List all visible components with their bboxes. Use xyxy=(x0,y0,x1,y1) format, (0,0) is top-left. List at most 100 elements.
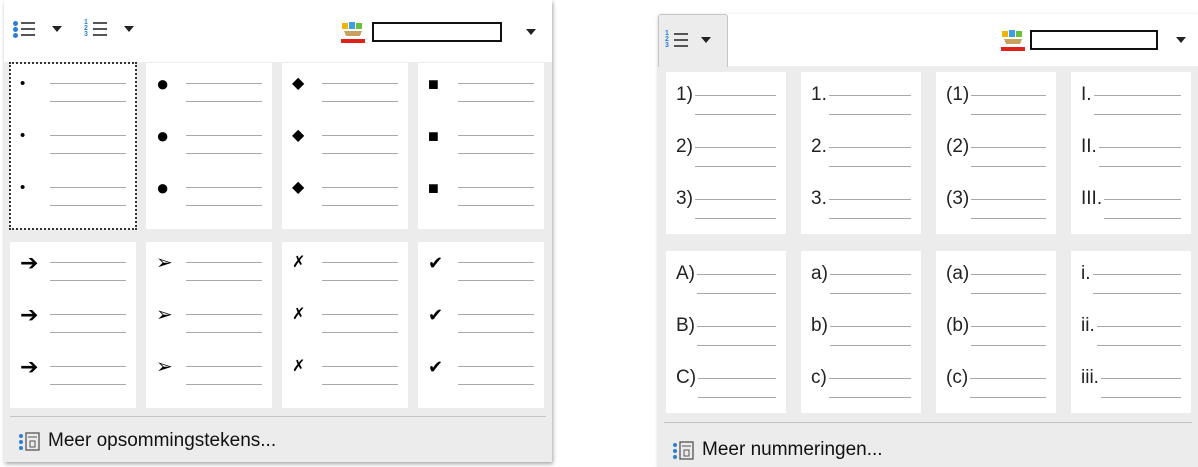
preview-lines xyxy=(1093,84,1181,124)
bullet-style-option[interactable]: ➔ ➔ ➔ xyxy=(10,242,136,408)
chevron-down-icon[interactable] xyxy=(701,37,711,43)
preview-lines xyxy=(322,125,398,165)
numbering-preview-row: 2. xyxy=(801,136,921,190)
numbering-style-option[interactable]: (a) (b) (c) xyxy=(936,251,1056,413)
numbering-dialog-icon xyxy=(672,439,696,461)
numbering-preview-row: II. xyxy=(1071,136,1191,190)
bullet-marker: • xyxy=(20,127,26,144)
preview-lines xyxy=(971,263,1046,303)
preview-lines xyxy=(971,84,1046,124)
preview-lines xyxy=(186,125,262,165)
preview-lines xyxy=(50,177,126,217)
bullet-style-option[interactable]: • • • xyxy=(9,62,137,230)
numbering-label: (c) xyxy=(946,367,969,388)
bullet-preview-row: ➢ xyxy=(146,356,272,410)
color-button[interactable] xyxy=(338,20,536,44)
numbering-preview-row: 3) xyxy=(666,188,786,242)
preview-lines xyxy=(829,263,911,303)
numbering-style-option[interactable]: (1) (2) (3) xyxy=(936,72,1056,234)
numbering-style-option[interactable]: a) b) c) xyxy=(801,251,921,413)
preview-lines xyxy=(1098,136,1181,176)
numbering-label: (1) xyxy=(946,84,970,105)
numbering-label: iii. xyxy=(1081,367,1099,388)
preview-lines xyxy=(322,356,398,396)
preview-lines xyxy=(828,367,911,407)
bullet-marker: ◆ xyxy=(292,127,305,144)
bullet-preview-row: ■ xyxy=(418,125,544,179)
bullet-marker: ➔ xyxy=(20,354,39,379)
color-button[interactable] xyxy=(998,28,1186,52)
numbering-label: III. xyxy=(1081,188,1103,209)
bullet-marker: ✔ xyxy=(428,305,444,325)
preview-lines xyxy=(1104,188,1181,228)
divider xyxy=(10,416,546,417)
chevron-down-icon[interactable] xyxy=(1176,37,1186,43)
more-bullets-label: Meer opsommingstekens... xyxy=(48,430,277,451)
numbering-preview-row: c) xyxy=(801,367,921,421)
bullet-marker: • xyxy=(20,75,26,92)
numbering-style-option[interactable]: 1. 2. 3. xyxy=(801,72,921,234)
bullet-preview-row: ✔ xyxy=(418,356,544,410)
numbering-preview-row: I. xyxy=(1071,84,1191,138)
preview-lines xyxy=(829,315,911,355)
more-numbering-button[interactable]: Meer nummeringen... xyxy=(672,439,883,461)
preview-lines xyxy=(50,73,126,113)
numbered-list-icon: 1 2 3 xyxy=(665,29,691,51)
numbered-list-button[interactable]: 1 2 3 xyxy=(658,14,728,67)
numbering-preview-row: (3) xyxy=(936,188,1056,242)
preview-lines xyxy=(50,356,126,396)
bullet-preview-row: ✔ xyxy=(418,304,544,358)
numbering-label: A) xyxy=(676,263,695,284)
highlight-color-icon xyxy=(998,28,1028,52)
preview-lines xyxy=(694,84,776,124)
bullet-style-option[interactable]: ✗ ✗ ✗ xyxy=(282,242,408,408)
numbering-style-option[interactable]: I. II. III. xyxy=(1071,72,1191,234)
chevron-down-icon[interactable] xyxy=(52,26,62,32)
numbering-preview-row: b) xyxy=(801,315,921,369)
bullet-marker: ● xyxy=(156,71,170,96)
bullet-preview-row: ◆ xyxy=(282,125,408,179)
bullet-style-option[interactable]: ✔ ✔ ✔ xyxy=(418,242,544,408)
numbering-style-option[interactable]: 1) 2) 3) xyxy=(666,72,786,234)
numbering-label: a) xyxy=(811,263,828,284)
preview-lines xyxy=(458,304,534,344)
bullet-marker: ➢ xyxy=(156,304,173,326)
numbering-preview-row: 1. xyxy=(801,84,921,138)
numbered-list-button[interactable]: 1 2 3 xyxy=(84,18,134,40)
bullet-style-grid-row1: • • • ● ● ● ◆ ◆ ◆ ■ ■ ■ xyxy=(9,62,544,230)
more-bullets-button[interactable]: Meer opsommingstekens... xyxy=(18,430,276,452)
numbering-label: 2) xyxy=(676,136,693,157)
numbering-popup: 1 2 3 1) 2) 3) 1. 2. 3. (1) (2) (3) I. I… xyxy=(658,14,1198,467)
numbering-style-option[interactable]: A) B) C) xyxy=(666,251,786,413)
bullet-marker: ✔ xyxy=(428,357,444,377)
preview-lines xyxy=(458,177,534,217)
preview-lines xyxy=(322,177,398,217)
numbering-label: b) xyxy=(811,315,828,336)
bullet-style-option[interactable]: ➢ ➢ ➢ xyxy=(146,242,272,408)
numbering-label: (2) xyxy=(946,136,970,157)
preview-lines xyxy=(186,356,262,396)
chevron-down-icon[interactable] xyxy=(124,26,134,32)
numbering-preview-row: (1) xyxy=(936,84,1056,138)
bullet-marker: ● xyxy=(156,175,170,200)
preview-lines xyxy=(50,252,126,292)
bullets-popup: 1 2 3 • • • ● ● ● ◆ ◆ ◆ ■ ■ ■ ➔ ➔ ➔ ➢ ➢ … xyxy=(4,0,552,462)
bullet-style-option[interactable]: ● ● ● xyxy=(146,63,272,229)
numbering-label: ii. xyxy=(1081,315,1095,336)
numbering-label: (a) xyxy=(946,263,970,284)
bullet-preview-row: • xyxy=(10,125,136,179)
preview-lines xyxy=(971,136,1046,176)
numbered-list-icon: 1 2 3 xyxy=(84,18,110,40)
numbering-label: C) xyxy=(676,367,697,388)
numbering-preview-row: (b) xyxy=(936,315,1056,369)
numbering-preview-row: iii. xyxy=(1071,367,1191,421)
bullet-list-button[interactable] xyxy=(12,18,62,40)
bullet-style-option[interactable]: ◆ ◆ ◆ xyxy=(282,63,408,229)
bullet-style-option[interactable]: ■ ■ ■ xyxy=(418,63,544,229)
bullet-preview-row: ➢ xyxy=(146,304,272,358)
chevron-down-icon[interactable] xyxy=(526,29,536,35)
numbering-preview-row: i. xyxy=(1071,263,1191,317)
bullet-marker: ✔ xyxy=(428,253,444,273)
bullet-marker: ■ xyxy=(428,126,439,146)
numbering-style-option[interactable]: i. ii. iii. xyxy=(1071,251,1191,413)
